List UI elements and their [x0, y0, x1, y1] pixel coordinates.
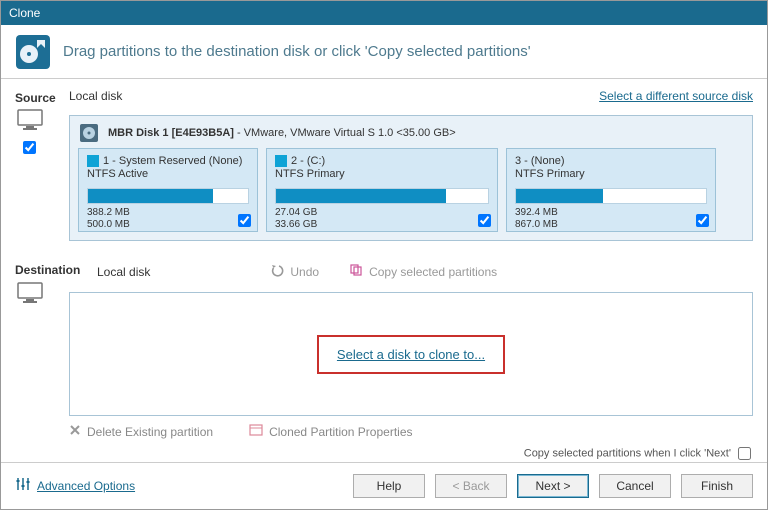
delete-existing-button[interactable]: Delete Existing partition [69, 424, 213, 439]
usage-bar [275, 188, 489, 204]
properties-icon [249, 424, 263, 439]
undo-icon [270, 263, 284, 280]
monitor-icon [17, 109, 43, 131]
source-disk-checkbox[interactable] [23, 141, 36, 154]
delete-icon [69, 424, 81, 439]
windows-flag-icon [87, 155, 99, 167]
partition-3[interactable]: 3 - (None) NTFS Primary 392.4 MB867.0 MB [506, 148, 716, 232]
next-button[interactable]: Next > [517, 474, 589, 498]
partition-1-checkbox[interactable] [238, 214, 251, 227]
windows-flag-icon [275, 155, 287, 167]
hdd-icon [78, 122, 100, 144]
copy-icon [349, 263, 363, 280]
destination-dropzone[interactable]: Select a disk to clone to... [69, 292, 753, 416]
source-label: Source [15, 89, 69, 105]
window-titlebar: Clone [1, 1, 767, 25]
monitor-icon [17, 282, 43, 304]
cancel-button[interactable]: Cancel [599, 474, 671, 498]
banner-text: Drag partitions to the destination disk … [63, 43, 531, 60]
usage-bar [515, 188, 707, 204]
window-title: Clone [9, 6, 40, 20]
partition-2-checkbox[interactable] [478, 214, 491, 227]
clone-disk-icon [15, 34, 51, 70]
copy-selected-button[interactable]: Copy selected partitions [349, 263, 497, 280]
partition-2[interactable]: 2 - (C:) NTFS Primary 27.04 GB33.66 GB [266, 148, 498, 232]
destination-label: Destination [15, 261, 97, 277]
help-button[interactable]: Help [353, 474, 425, 498]
select-destination-link[interactable]: Select a disk to clone to... [337, 347, 485, 362]
back-button[interactable]: < Back [435, 474, 507, 498]
banner: Drag partitions to the destination disk … [1, 25, 767, 79]
source-disk-box: MBR Disk 1 [E4E93B5A] - VMware, VMware V… [69, 115, 753, 241]
source-local-disk-label: Local disk [69, 89, 122, 103]
usage-bar [87, 188, 249, 204]
copy-on-next-checkbox[interactable] [738, 447, 751, 460]
partition-3-checkbox[interactable] [696, 214, 709, 227]
advanced-options-link[interactable]: Advanced Options [15, 476, 135, 495]
dest-local-disk-label: Local disk [97, 265, 150, 279]
sliders-icon [15, 476, 31, 495]
undo-button[interactable]: Undo [270, 263, 319, 280]
select-different-source-link[interactable]: Select a different source disk [599, 89, 753, 103]
source-disk-title: MBR Disk 1 [E4E93B5A] - VMware, VMware V… [108, 127, 456, 139]
highlight-box: Select a disk to clone to... [317, 335, 505, 374]
finish-button[interactable]: Finish [681, 474, 753, 498]
cloned-properties-button[interactable]: Cloned Partition Properties [249, 424, 412, 439]
partition-1[interactable]: 1 - System Reserved (None) NTFS Active 3… [78, 148, 258, 232]
copy-on-next-row: Copy selected partitions when I click 'N… [1, 445, 767, 462]
